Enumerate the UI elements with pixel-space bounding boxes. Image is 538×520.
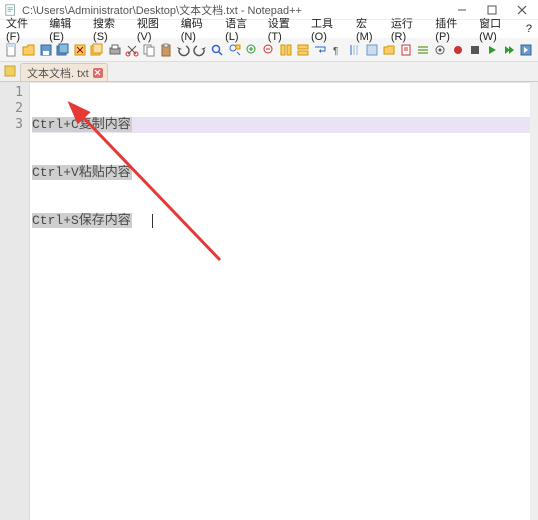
save-macro-icon[interactable] xyxy=(519,41,534,59)
menu-settings[interactable]: 设置(T) xyxy=(264,14,307,44)
sync-v-icon[interactable] xyxy=(279,41,294,59)
zoom-out-icon[interactable] xyxy=(261,41,276,59)
play-macro-icon[interactable] xyxy=(484,41,499,59)
lang-panel-icon[interactable] xyxy=(364,41,379,59)
svg-text:¶: ¶ xyxy=(333,46,338,57)
tab-bar: 文本文档. txt xyxy=(0,62,538,82)
save-icon[interactable] xyxy=(38,41,53,59)
record-macro-icon[interactable] xyxy=(450,41,465,59)
print-icon[interactable] xyxy=(107,41,122,59)
line-number: 3 xyxy=(0,117,23,133)
folder-panel-icon[interactable] xyxy=(381,41,396,59)
menu-macro[interactable]: 宏(M) xyxy=(352,14,387,44)
replace-icon[interactable] xyxy=(227,41,242,59)
tab-label: 文本文档. txt xyxy=(27,65,89,81)
new-file-icon[interactable] xyxy=(4,41,19,59)
zoom-in-icon[interactable] xyxy=(244,41,259,59)
menu-plugins[interactable]: 插件(P) xyxy=(431,14,475,44)
menu-tools[interactable]: 工具(O) xyxy=(307,14,352,44)
menu-edit[interactable]: 编辑(E) xyxy=(45,14,89,44)
close-all-icon[interactable] xyxy=(90,41,105,59)
tab-document[interactable]: 文本文档. txt xyxy=(20,63,108,81)
menu-run[interactable]: 运行(R) xyxy=(387,14,431,44)
doc-map-icon[interactable] xyxy=(399,41,414,59)
tab-close-button[interactable] xyxy=(93,68,103,78)
wrap-icon[interactable] xyxy=(313,41,328,59)
all-chars-icon[interactable]: ¶ xyxy=(330,41,345,59)
menu-language[interactable]: 语言(L) xyxy=(221,14,264,44)
menu-help[interactable]: ? xyxy=(522,22,536,36)
change-marker-icon xyxy=(4,65,18,79)
cut-icon[interactable] xyxy=(124,41,139,59)
play-multi-icon[interactable] xyxy=(502,41,517,59)
line-number-gutter: 1 2 3 xyxy=(0,83,30,520)
close-file-icon[interactable] xyxy=(73,41,88,59)
code-editor[interactable]: Ctrl+C复制内容 Ctrl+V粘贴内容 Ctrl+S保存内容 xyxy=(30,83,538,520)
open-file-icon[interactable] xyxy=(21,41,36,59)
line-number: 1 xyxy=(0,85,23,101)
line-number: 2 xyxy=(0,101,23,117)
toolbar: ¶ xyxy=(0,38,538,62)
func-list-icon[interactable] xyxy=(416,41,431,59)
menu-window[interactable]: 窗口(W) xyxy=(475,14,522,44)
code-line: Ctrl+V粘贴内容 xyxy=(32,165,538,181)
menu-search[interactable]: 搜索(S) xyxy=(89,14,133,44)
undo-icon[interactable] xyxy=(176,41,191,59)
find-icon[interactable] xyxy=(210,41,225,59)
save-all-icon[interactable] xyxy=(55,41,70,59)
sync-h-icon[interactable] xyxy=(296,41,311,59)
menu-view[interactable]: 视图(V) xyxy=(133,14,177,44)
redo-icon[interactable] xyxy=(193,41,208,59)
indent-guide-icon[interactable] xyxy=(347,41,362,59)
code-line: Ctrl+C复制内容 xyxy=(32,117,538,133)
code-line: Ctrl+S保存内容 xyxy=(32,213,538,229)
menu-encoding[interactable]: 编码(N) xyxy=(177,14,221,44)
monitor-icon[interactable] xyxy=(433,41,448,59)
copy-icon[interactable] xyxy=(141,41,156,59)
stop-macro-icon[interactable] xyxy=(467,41,482,59)
menu-file[interactable]: 文件(F) xyxy=(2,14,45,44)
editor-area: 1 2 3 Ctrl+C复制内容 Ctrl+V粘贴内容 Ctrl+S保存内容 xyxy=(0,82,538,520)
vertical-scrollbar[interactable] xyxy=(530,82,538,520)
menu-bar: 文件(F) 编辑(E) 搜索(S) 视图(V) 编码(N) 语言(L) 设置(T… xyxy=(0,20,538,38)
text-cursor xyxy=(152,214,153,228)
paste-icon[interactable] xyxy=(158,41,173,59)
